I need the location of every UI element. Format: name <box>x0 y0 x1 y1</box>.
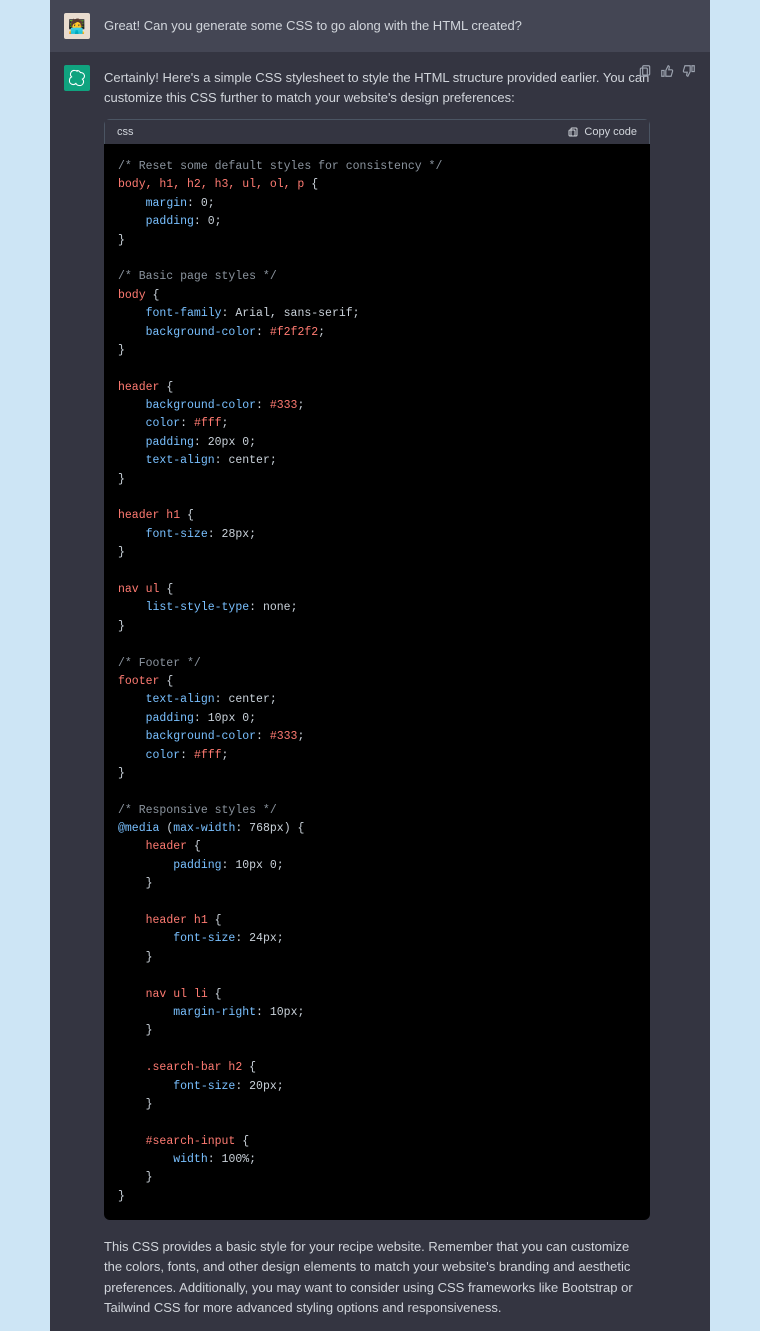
code-lang-label: css <box>117 126 134 138</box>
copy-message-button[interactable] <box>638 64 652 78</box>
code-block: css Copy code /* Reset some default styl… <box>104 119 650 1220</box>
user-message-text: Great! Can you generate some CSS to go a… <box>104 13 522 39</box>
thumbs-up-button[interactable] <box>660 64 674 78</box>
thumbs-down-button[interactable] <box>682 64 696 78</box>
copy-code-button[interactable]: Copy code <box>567 126 637 138</box>
clipboard-icon <box>567 126 579 138</box>
thumbs-down-icon <box>682 64 696 78</box>
assistant-avatar <box>64 65 90 91</box>
user-avatar: 🧑‍💻 <box>64 13 90 39</box>
openai-icon <box>68 69 86 87</box>
user-message-row: 🧑‍💻 Great! Can you generate some CSS to … <box>50 0 710 52</box>
assistant-outro: This CSS provides a basic style for your… <box>104 1234 650 1318</box>
copy-code-label: Copy code <box>584 126 637 138</box>
clipboard-icon <box>638 64 652 78</box>
code-body[interactable]: /* Reset some default styles for consist… <box>104 144 650 1220</box>
code-header: css Copy code <box>104 119 650 144</box>
assistant-intro: Certainly! Here's a simple CSS styleshee… <box>104 65 650 107</box>
chat-panel: 🧑‍💻 Great! Can you generate some CSS to … <box>50 0 710 1331</box>
message-actions <box>638 64 696 78</box>
assistant-message-row: Certainly! Here's a simple CSS styleshee… <box>50 52 710 1331</box>
thumbs-up-icon <box>660 64 674 78</box>
